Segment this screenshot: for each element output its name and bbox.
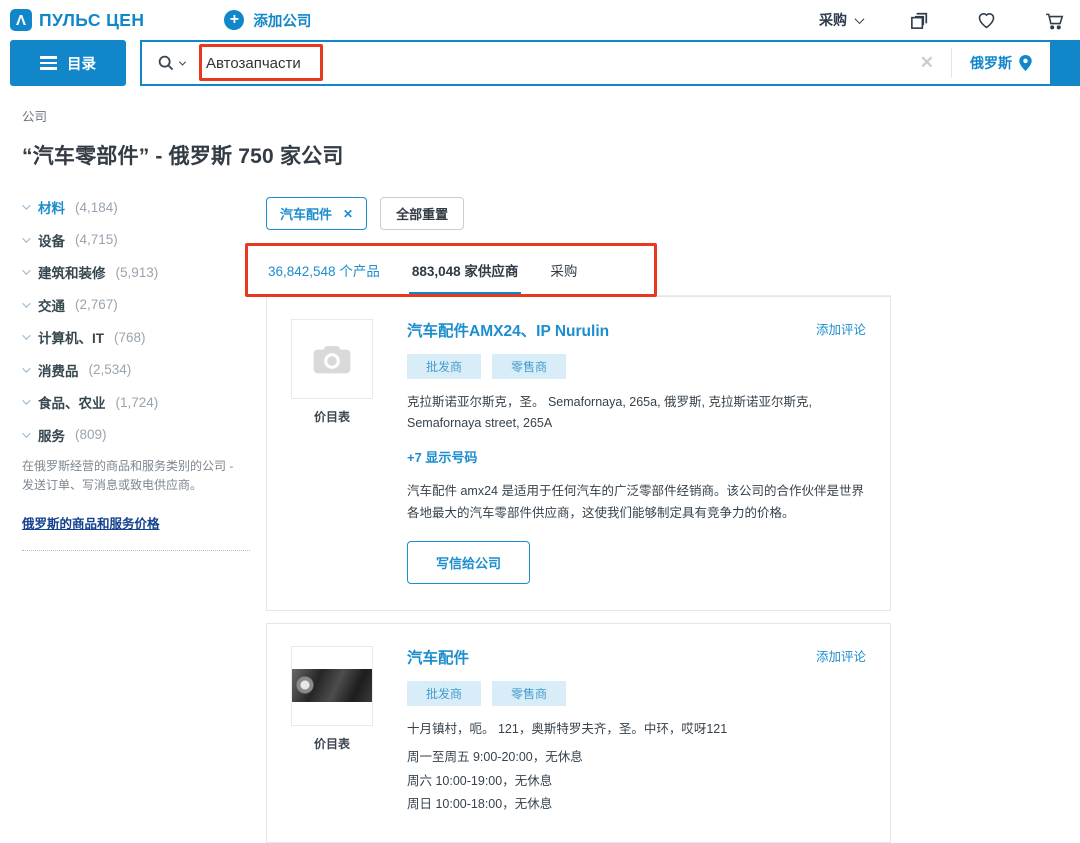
company-photo[interactable]	[291, 646, 373, 726]
region-selector[interactable]: 俄罗斯	[952, 53, 1050, 73]
chevron-down-icon	[22, 201, 30, 209]
company-card: 价目表 汽车配件AMX24、IP Nurulin 添加评论 批发商 零售商 克拉…	[266, 296, 891, 611]
sidebar-note: 在俄罗斯经营的商品和服务类别的公司 - 发送订单、写消息或致电供应商。	[22, 457, 242, 494]
cart-icon[interactable]	[1043, 10, 1064, 31]
photo-placeholder[interactable]	[291, 319, 373, 399]
chevron-down-icon	[22, 429, 30, 437]
tab-procurement[interactable]: 采购	[550, 260, 577, 280]
write-company-button[interactable]: 写信给公司	[407, 541, 530, 584]
remove-filter-icon[interactable]: ✕	[343, 207, 353, 221]
hours-saturday: 周六 10:00-19:00，无休息	[407, 770, 866, 793]
search-icon	[157, 54, 175, 72]
logo[interactable]: Λ ПУЛЬС ЦЕН	[10, 9, 144, 31]
procurement-dropdown[interactable]: 采购	[819, 10, 863, 30]
add-review-link[interactable]: 添加评论	[816, 319, 866, 338]
chevron-down-icon	[855, 14, 865, 24]
price-list-link[interactable]: 价目表	[291, 408, 373, 425]
sidebar-item-transport[interactable]: 交通 (2,767)	[22, 295, 266, 315]
sidebar-item-food-agriculture[interactable]: 食品、农业 (1,724)	[22, 392, 266, 412]
sidebar-prices-link[interactable]: 俄罗斯的商品和服务价格	[22, 513, 160, 532]
search-bar: ✕ 俄罗斯	[140, 40, 1080, 86]
catalog-button[interactable]: 目录	[10, 40, 126, 86]
company-media: 价目表	[291, 319, 373, 584]
header-actions: 采购	[819, 10, 1064, 31]
results-main: 汽车配件 ✕ 全部重置 36,842,548 个产品 883,048 家供应商 …	[266, 197, 896, 843]
filter-chip-auto-parts[interactable]: 汽车配件 ✕	[266, 197, 367, 230]
tab-products[interactable]: 36,842,548 个产品	[268, 260, 380, 280]
company-address: 克拉斯诺亚尔斯克，圣。 Semafornaya, 265a, 俄罗斯, 克拉斯诺…	[407, 392, 835, 433]
location-pin-icon	[1019, 55, 1032, 71]
chevron-down-icon	[22, 396, 30, 404]
top-header: Λ ПУЛЬС ЦЕН + 添加公司 采购	[0, 0, 1080, 38]
company-address: 十月镇村，呃。 121，奥斯特罗夫齐，圣。中环，哎呀121	[407, 719, 835, 740]
chevron-down-icon	[22, 266, 30, 274]
plus-icon: +	[224, 10, 244, 30]
page-content: 公司 “汽车零部件” - 俄罗斯 750 家公司 材料 (4,184) 设备 (…	[0, 106, 1080, 843]
search-scope-dropdown[interactable]	[142, 54, 200, 72]
page-title: “汽车零部件” - 俄罗斯 750 家公司	[22, 140, 1080, 170]
favorites-heart-icon[interactable]	[976, 10, 997, 30]
sidebar-item-computers-it[interactable]: 计算机、IT (768)	[22, 327, 266, 347]
badge-wholesaler: 批发商	[407, 681, 481, 706]
sidebar-item-materials[interactable]: 材料 (4,184)	[22, 197, 266, 217]
sidebar-item-services[interactable]: 服务 (809)	[22, 425, 266, 445]
company-title[interactable]: 汽车配件	[407, 646, 469, 668]
hamburger-icon	[40, 62, 57, 64]
hours-weekdays: 周一至周五 9:00-20:00，无休息	[407, 746, 866, 769]
logo-icon: Λ	[10, 9, 32, 31]
reset-all-button[interactable]: 全部重置	[380, 197, 464, 230]
company-badges: 批发商 零售商	[407, 354, 866, 379]
category-sidebar: 材料 (4,184) 设备 (4,715) 建筑和装修 (5,913) 交通 (…	[22, 197, 266, 551]
search-input[interactable]	[200, 42, 903, 84]
clear-search-icon[interactable]: ✕	[903, 53, 951, 73]
working-hours: 周一至周五 9:00-20:00，无休息 周六 10:00-19:00，无休息 …	[407, 746, 866, 815]
divider	[22, 550, 250, 551]
add-company-button[interactable]: + 添加公司	[224, 10, 311, 31]
company-media: 价目表	[291, 646, 373, 816]
company-description: 汽车配件 amx24 是适用于任何汽车的广泛零部件经销商。该公司的合作伙伴是世界…	[407, 481, 866, 524]
badge-retailer: 零售商	[492, 354, 566, 379]
compare-icon[interactable]	[909, 10, 930, 31]
hours-sunday: 周日 10:00-18:00，无休息	[407, 793, 866, 816]
filter-chips: 汽车配件 ✕ 全部重置	[266, 197, 896, 230]
search-row: 目录 ✕ 俄罗斯	[0, 38, 1080, 88]
add-review-link[interactable]: 添加评论	[816, 646, 866, 665]
sidebar-item-construction[interactable]: 建筑和装修 (5,913)	[22, 262, 266, 282]
camera-icon	[312, 342, 352, 376]
sidebar-item-equipment[interactable]: 设备 (4,715)	[22, 230, 266, 250]
tab-suppliers[interactable]: 883,048 家供应商	[412, 260, 519, 280]
company-card: 价目表 汽车配件 添加评论 批发商 零售商 十月镇村，呃。 121，奥斯特罗夫齐…	[266, 623, 891, 843]
badge-retailer: 零售商	[492, 681, 566, 706]
search-submit-button[interactable]	[1050, 42, 1078, 84]
results-tabs: 36,842,548 个产品 883,048 家供应商 采购	[266, 247, 891, 296]
chevron-down-icon	[22, 234, 30, 242]
price-list-link[interactable]: 价目表	[291, 735, 373, 752]
company-photo-thumbnail	[292, 669, 372, 702]
company-badges: 批发商 零售商	[407, 681, 866, 706]
company-title[interactable]: 汽车配件AMX24、IP Nurulin	[407, 319, 609, 341]
chevron-down-icon	[179, 58, 186, 65]
show-phone-link[interactable]: +7 显示号码	[407, 447, 866, 466]
chevron-down-icon	[22, 364, 30, 372]
chevron-down-icon	[22, 299, 30, 307]
badge-wholesaler: 批发商	[407, 354, 481, 379]
breadcrumb[interactable]: 公司	[22, 106, 1080, 125]
chevron-down-icon	[22, 331, 30, 339]
sidebar-item-consumer-goods[interactable]: 消费品 (2,534)	[22, 360, 266, 380]
logo-text: ПУЛЬС ЦЕН	[39, 10, 144, 31]
